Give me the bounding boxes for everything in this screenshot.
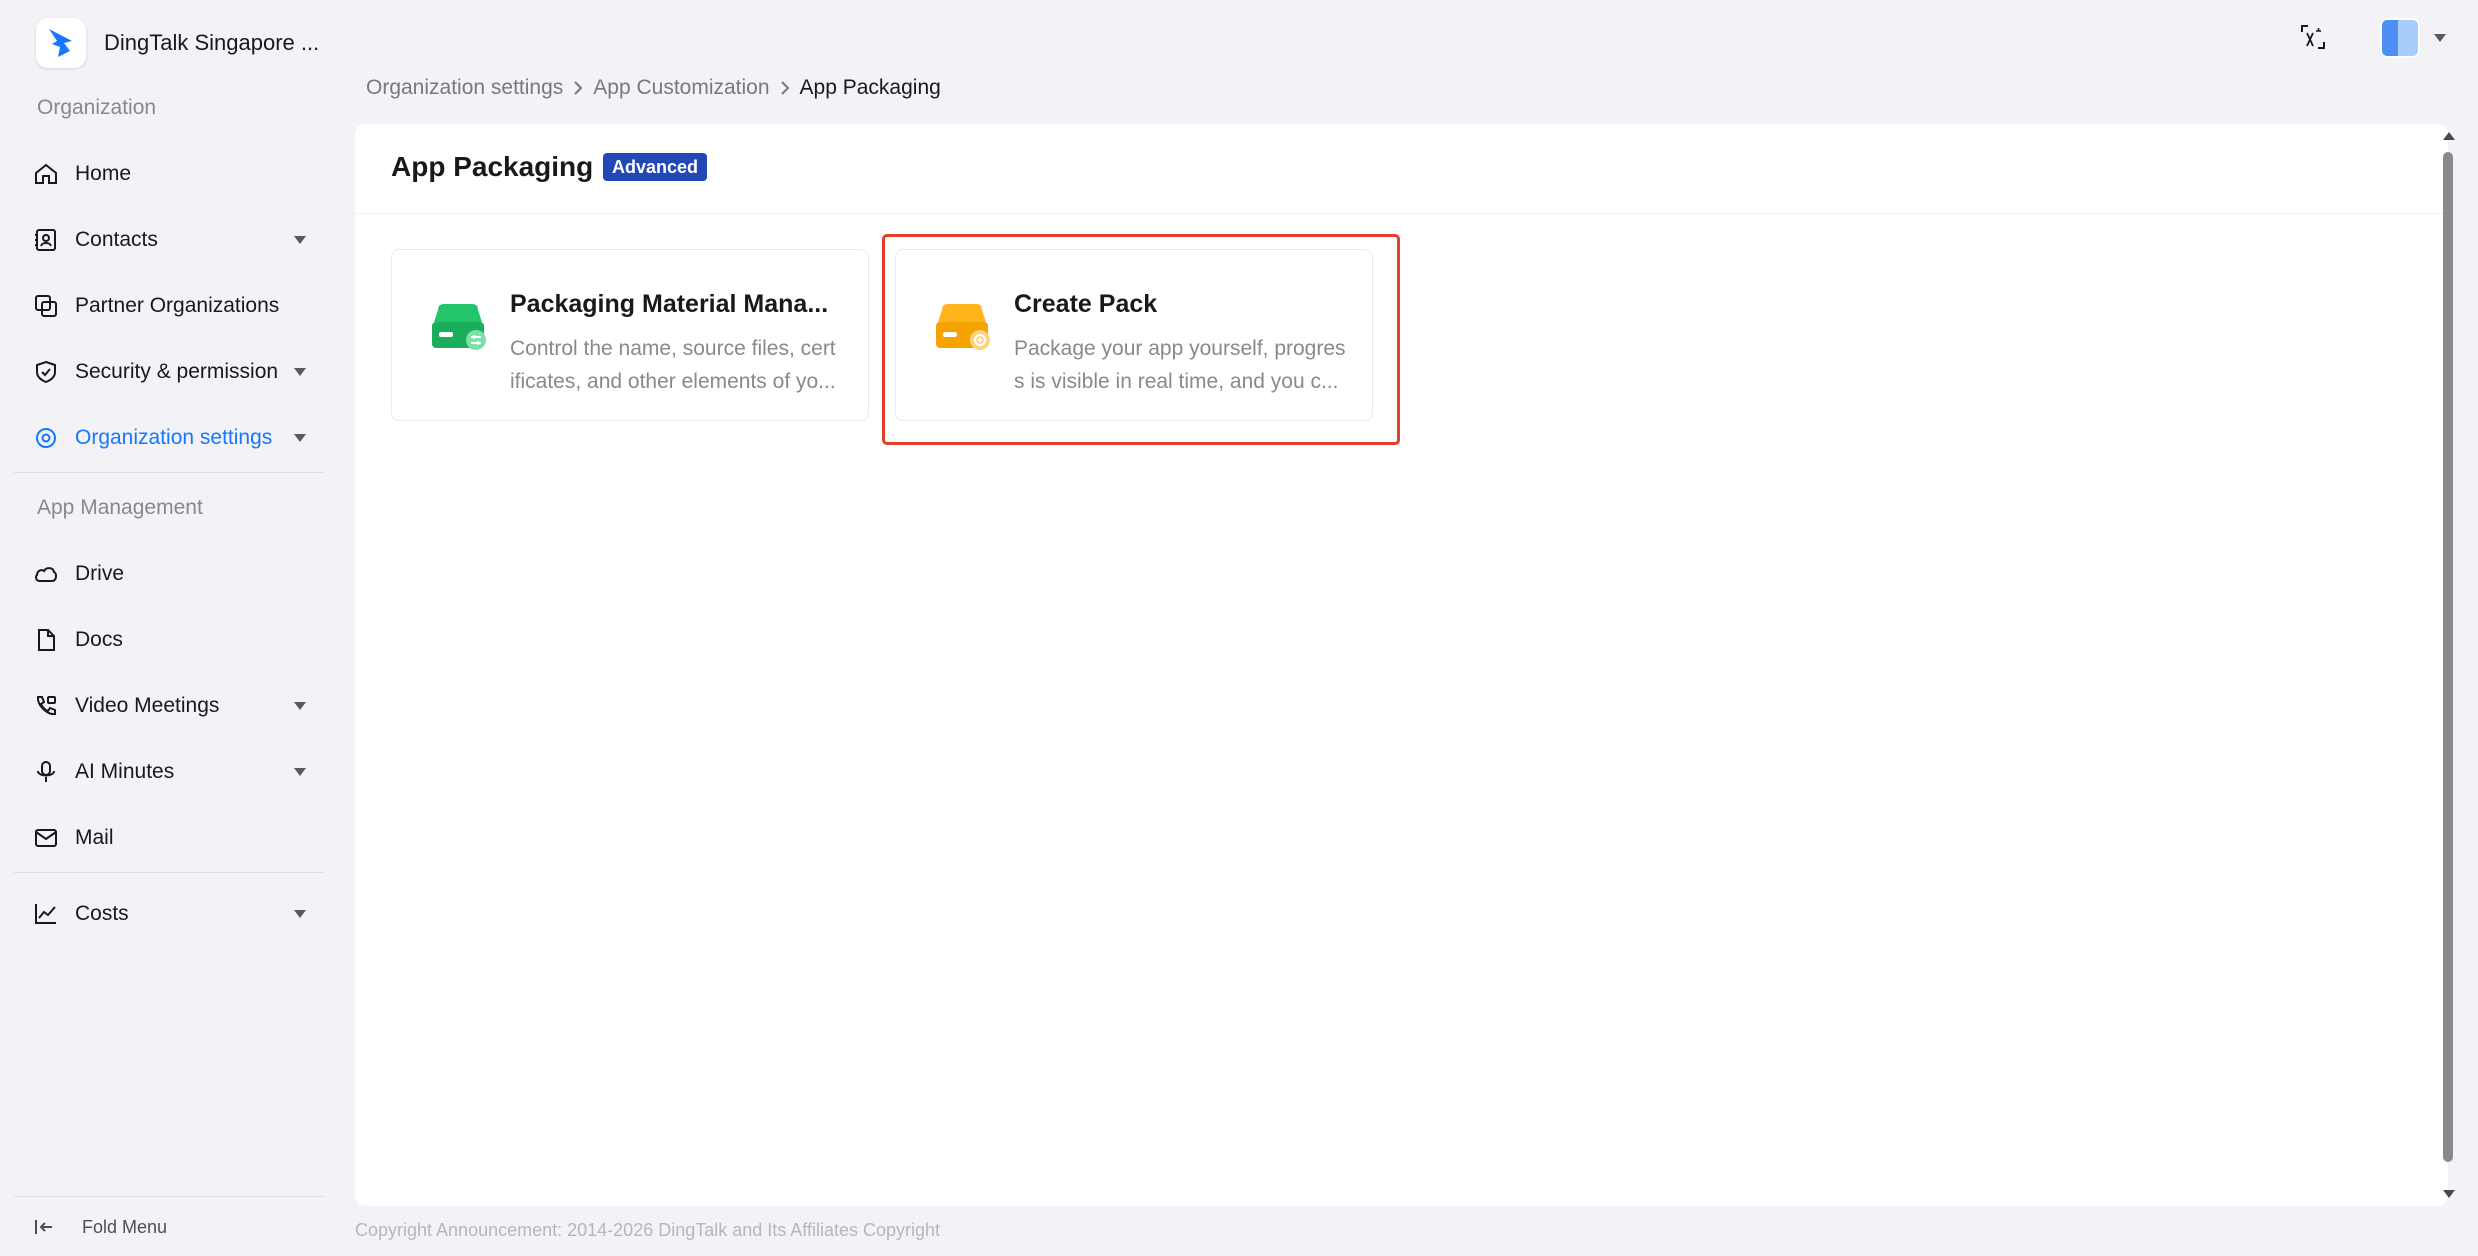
card-description: Package your app yourself, progres s is … <box>1014 337 1346 393</box>
fold-menu-button[interactable]: Fold Menu <box>14 1207 167 1247</box>
chevron-down-icon[interactable] <box>2434 34 2446 42</box>
shield-icon <box>32 358 60 386</box>
scroll-thumb[interactable] <box>2443 152 2453 1162</box>
breadcrumb-app-packaging: App Packaging <box>799 76 941 99</box>
phone-video-icon <box>32 692 60 720</box>
sidebar-item-label: Docs <box>75 628 123 651</box>
chevron-down-icon <box>294 236 306 244</box>
sidebar: DingTalk Singapore ... Organization Home… <box>0 0 340 1256</box>
sidebar-item-costs[interactable]: Costs <box>14 886 324 942</box>
sidebar-item-organization-settings[interactable]: Organization settings <box>14 410 324 466</box>
sidebar-item-partner-organizations[interactable]: Partner Organizations <box>14 278 324 334</box>
chevron-down-icon <box>294 768 306 776</box>
cloud-icon <box>32 560 60 588</box>
card-title: Packaging Material Mana... <box>510 290 829 318</box>
sidebar-item-contacts[interactable]: Contacts <box>14 212 324 268</box>
chevron-down-icon <box>294 368 306 376</box>
section-title-organization: Organization <box>37 96 157 119</box>
create-pack-card[interactable]: Create Pack Package your app yourself, p… <box>895 249 1373 421</box>
copyright-footer: Copyright Announcement: 2014-2026 DingTa… <box>355 1220 941 1240</box>
breadcrumb: Organization settings App Customization … <box>366 76 941 100</box>
panel-header: App Packaging Advanced <box>355 124 2448 214</box>
sidebar-item-video-meetings[interactable]: Video Meetings <box>14 678 324 734</box>
avatar[interactable] <box>2380 18 2420 58</box>
page-title: App Packaging <box>391 151 594 182</box>
sidebar-item-label: Video Meetings <box>75 694 220 717</box>
sidebar-item-security[interactable]: Security & permission <box>14 344 324 400</box>
sidebar-item-label: Security & permission <box>75 360 279 383</box>
sidebar-divider <box>14 872 324 873</box>
orange-drive-add-icon <box>932 298 994 358</box>
microphone-icon <box>32 758 60 786</box>
top-right-toolbar <box>2278 0 2478 76</box>
translate-icon[interactable] <box>2298 22 2330 54</box>
fold-menu-icon <box>34 1217 54 1237</box>
partner-icon <box>32 292 60 320</box>
sidebar-divider <box>14 1196 324 1197</box>
advanced-badge: Advanced <box>603 153 708 181</box>
fold-menu-label: Fold Menu <box>82 1216 168 1237</box>
sidebar-item-label: Organization settings <box>75 426 273 449</box>
sidebar-item-mail[interactable]: Mail <box>14 810 324 866</box>
doc-icon <box>32 626 60 654</box>
sidebar-divider <box>14 472 324 473</box>
scroll-down-arrow-icon[interactable] <box>2443 1190 2455 1198</box>
sidebar-item-drive[interactable]: Drive <box>14 546 324 602</box>
sidebar-item-label: Costs <box>75 902 129 925</box>
chevron-down-icon <box>294 702 306 710</box>
home-icon <box>32 160 60 188</box>
scrollbar[interactable] <box>2440 124 2456 1206</box>
chevron-right-icon <box>770 80 800 96</box>
sidebar-item-docs[interactable]: Docs <box>14 612 324 668</box>
sidebar-item-label: Home <box>75 162 132 185</box>
sidebar-item-label: Partner Organizations <box>75 294 280 317</box>
breadcrumb-app-customization[interactable]: App Customization <box>593 76 769 100</box>
contacts-icon <box>32 226 60 254</box>
chevron-down-icon <box>294 434 306 442</box>
sidebar-item-home[interactable]: Home <box>14 146 324 202</box>
scroll-up-arrow-icon[interactable] <box>2443 132 2455 140</box>
org-name: DingTalk Singapore ... <box>104 30 320 55</box>
section-title-app-management: App Management <box>37 496 203 519</box>
sidebar-item-label: Mail <box>75 826 114 849</box>
sidebar-item-ai-minutes[interactable]: AI Minutes <box>14 744 324 800</box>
settings-icon <box>32 424 60 452</box>
card-title: Create Pack <box>1014 290 1158 318</box>
chart-line-icon <box>32 900 60 928</box>
breadcrumb-organization-settings[interactable]: Organization settings <box>366 76 563 100</box>
main-panel: App Packaging Advanced Packaging Materia… <box>355 124 2448 1206</box>
dingtalk-logo-icon <box>36 18 86 68</box>
green-drive-settings-icon <box>428 298 490 358</box>
card-description: Control the name, source files, cert ifi… <box>510 337 836 393</box>
org-switcher[interactable]: DingTalk Singapore ... <box>36 18 319 68</box>
mail-icon <box>32 824 60 852</box>
packaging-material-card[interactable]: Packaging Material Mana... Control the n… <box>391 249 869 421</box>
chevron-down-icon <box>294 910 306 918</box>
sidebar-item-label: Drive <box>75 562 125 585</box>
sidebar-item-label: Contacts <box>75 228 158 251</box>
chevron-right-icon <box>563 80 593 96</box>
sidebar-item-label: AI Minutes <box>75 760 175 783</box>
